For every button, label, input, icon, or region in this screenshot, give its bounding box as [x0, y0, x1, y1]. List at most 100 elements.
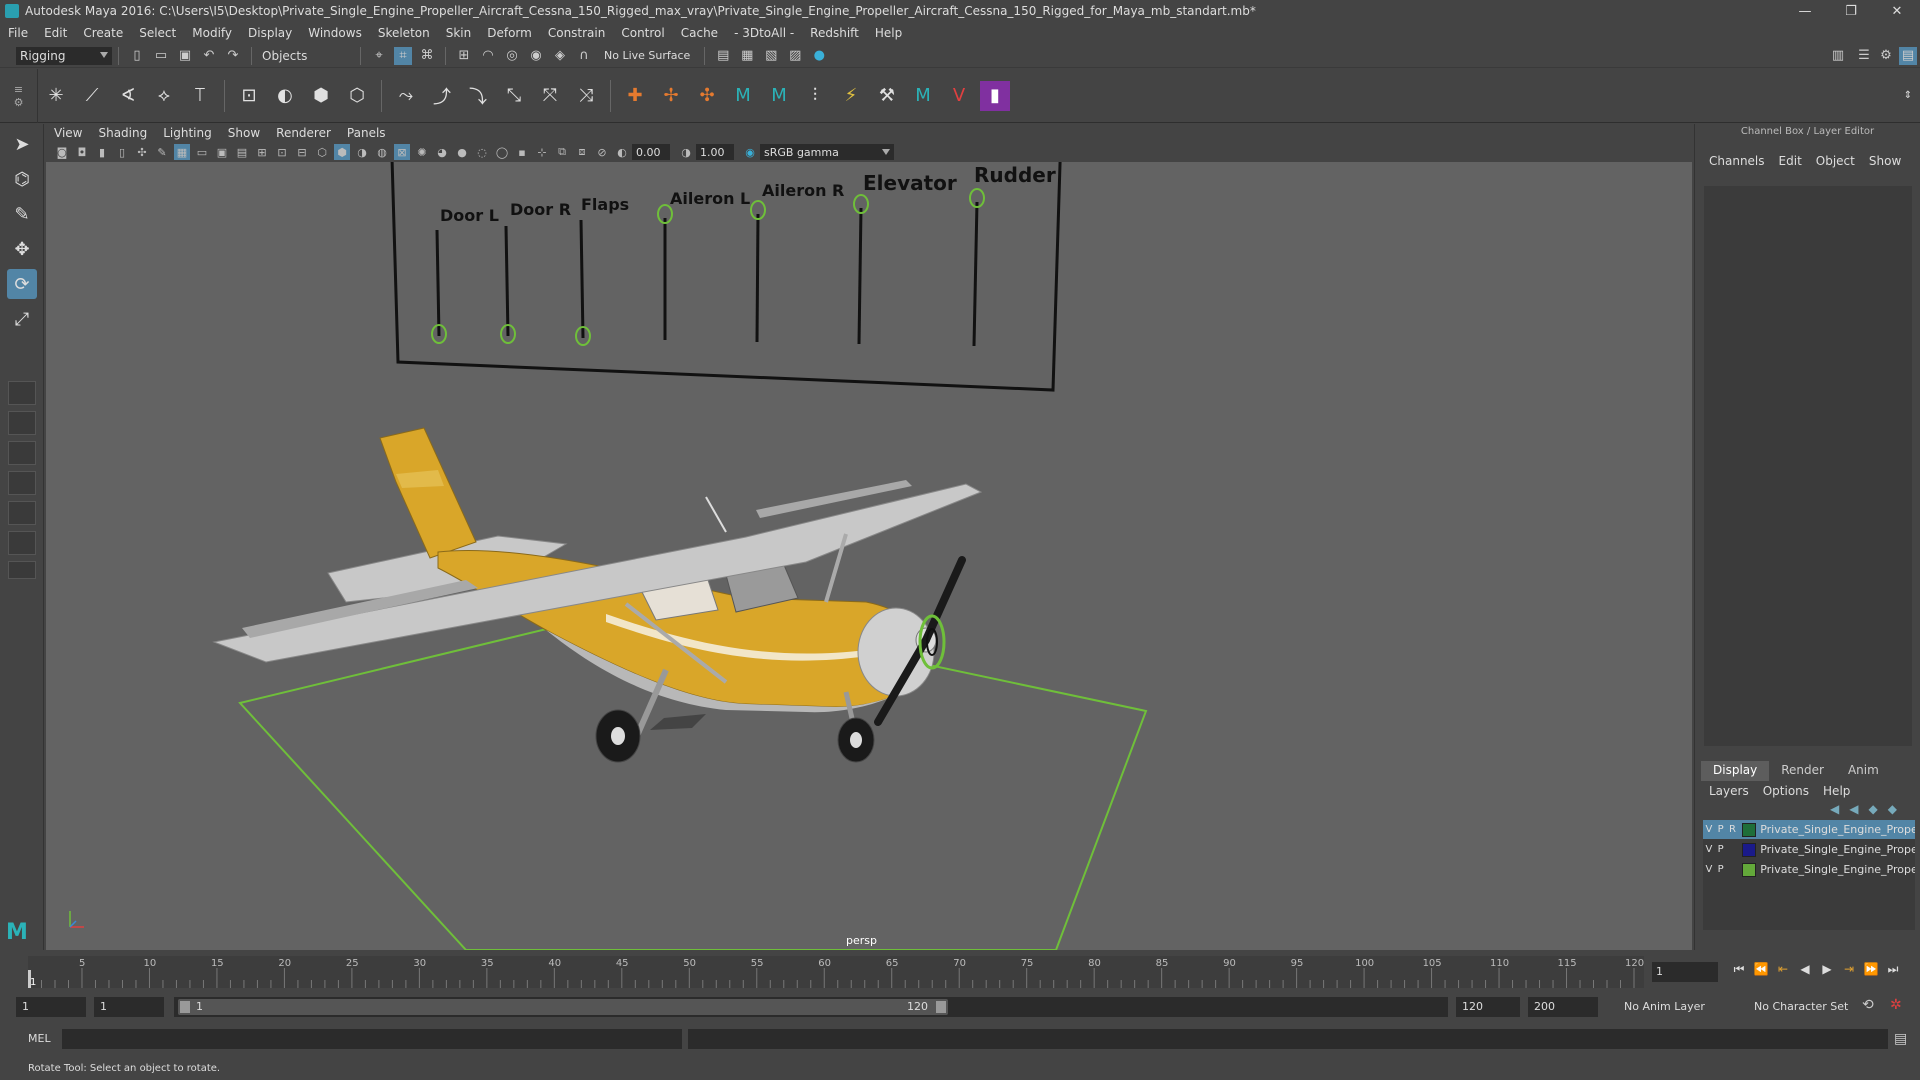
viewport-menu-show[interactable]: Show: [228, 126, 260, 140]
propeller-blade-top[interactable]: [922, 556, 966, 644]
mirror-joint-icon[interactable]: ⟙: [185, 81, 215, 111]
camera-select-icon[interactable]: ◙: [54, 144, 70, 160]
anim-layer-dropdown[interactable]: No Anim Layer: [1618, 997, 1736, 1017]
tool-settings-icon[interactable]: ⚙: [1877, 47, 1895, 65]
shadows-icon[interactable]: ✺: [414, 144, 430, 160]
layer-color-swatch[interactable]: [1742, 842, 1757, 857]
open-scene-icon[interactable]: ▭: [152, 47, 170, 65]
grease-pencil-icon[interactable]: ✎: [154, 144, 170, 160]
animation-prefs-icon[interactable]: ✲: [1890, 997, 1902, 1013]
layer-playback[interactable]: P: [1715, 824, 1727, 835]
depth-of-field-icon[interactable]: ◯: [494, 144, 510, 160]
constraint-point-icon[interactable]: ⤳: [391, 81, 421, 111]
cluster-handle-icon[interactable]: ✢: [656, 81, 686, 111]
blend-shape-icon[interactable]: ⫶: [800, 81, 830, 111]
bind-skin-icon[interactable]: ⊡: [234, 81, 264, 111]
field-chart-icon[interactable]: ⊞: [254, 144, 270, 160]
cb-menu-channels[interactable]: Channels: [1709, 154, 1765, 168]
le-menu-options[interactable]: Options: [1763, 784, 1809, 798]
menu-deform[interactable]: Deform: [487, 26, 532, 40]
new-layer-selected-icon[interactable]: ◆: [1888, 802, 1897, 816]
live-surface-label[interactable]: No Live Surface: [604, 49, 690, 62]
insert-joint-icon[interactable]: ⟡: [149, 81, 179, 111]
selection-mode-dropdown[interactable]: Objects: [258, 46, 354, 65]
layer-playback[interactable]: P: [1715, 844, 1727, 855]
cluster-icon[interactable]: ⬡: [342, 81, 372, 111]
scene-end-field[interactable]: 200: [1528, 997, 1598, 1017]
viewport-menu-renderer[interactable]: Renderer: [276, 126, 331, 140]
quick-rig-icon[interactable]: M: [908, 81, 938, 111]
snap-curve-icon[interactable]: ◠: [479, 47, 497, 65]
hypershade-icon[interactable]: ●: [810, 47, 828, 65]
ik-spline-icon[interactable]: ∢: [113, 81, 143, 111]
menu-set-dropdown[interactable]: Rigging: [16, 46, 112, 65]
scene-canvas[interactable]: Door L Door R Flaps Aileron L Aileron R Eleva…: [46, 162, 1692, 950]
render-view-icon[interactable]: ▨: [786, 47, 804, 65]
constraint-aim-icon[interactable]: ⤴: [427, 81, 457, 111]
undo-icon[interactable]: ↶: [200, 47, 218, 65]
menu-edit[interactable]: Edit: [44, 26, 67, 40]
minimize-button[interactable]: —: [1782, 0, 1828, 22]
wireframe-icon[interactable]: ⬡: [314, 144, 330, 160]
constraint-orient-icon[interactable]: ⤵: [463, 81, 493, 111]
hik-icon[interactable]: M: [728, 81, 758, 111]
redo-icon[interactable]: ↷: [224, 47, 242, 65]
smooth-shade-icon[interactable]: ⬢: [334, 144, 350, 160]
menu-create[interactable]: Create: [83, 26, 123, 40]
render-frame-icon[interactable]: ▦: [738, 47, 756, 65]
layer-playback[interactable]: P: [1715, 864, 1727, 875]
snap-surface-icon[interactable]: ◈: [551, 47, 569, 65]
snap-view-icon[interactable]: ◉: [527, 47, 545, 65]
gamma-icon[interactable]: ◑: [678, 144, 694, 160]
scale-tool-icon[interactable]: ⤢: [7, 304, 37, 334]
select-object-icon[interactable]: ⌗: [394, 46, 412, 65]
layout-more-icon[interactable]: [8, 561, 36, 579]
menu-constrain[interactable]: Constrain: [548, 26, 606, 40]
exposure-icon[interactable]: ◐: [614, 144, 630, 160]
time-slider-track[interactable]: 5 10 15 20 25 30 35 40 45 50 55 60 65 70 75 80 85 90 95 100…: [27, 956, 1644, 988]
menu-modify[interactable]: Modify: [192, 26, 232, 40]
viewport-menu-panels[interactable]: Panels: [347, 126, 386, 140]
hypershade-layout-icon[interactable]: [8, 501, 36, 525]
step-back-key-icon[interactable]: ⇤: [1773, 962, 1793, 977]
constraint-scale-icon[interactable]: ⤡: [499, 81, 529, 111]
four-view-layout-icon[interactable]: [8, 411, 36, 435]
xray-icon[interactable]: ⊹: [534, 144, 550, 160]
cb-menu-show[interactable]: Show: [1869, 154, 1901, 168]
use-all-lights-icon[interactable]: ⊠: [394, 144, 410, 160]
textured-icon[interactable]: ◍: [374, 144, 390, 160]
render-settings-icon[interactable]: ▤: [714, 47, 732, 65]
hik-character-icon[interactable]: M: [764, 81, 794, 111]
layer-row[interactable]: V P Private_Single_Engine_Prope: [1703, 860, 1915, 879]
perspective-viewport[interactable]: Door L Door R Flaps Aileron L Aileron R Eleva…: [46, 162, 1692, 950]
layer-name[interactable]: Private_Single_Engine_Prope: [1760, 843, 1915, 856]
menu-redshift[interactable]: Redshift: [810, 26, 859, 40]
move-tool-icon[interactable]: ✥: [7, 234, 37, 264]
magnet-icon[interactable]: ∩: [575, 47, 593, 65]
layer-reference[interactable]: R: [1727, 824, 1739, 835]
range-slider-handle[interactable]: 1 120: [178, 999, 948, 1015]
step-forward-key-icon[interactable]: ⇥: [1839, 962, 1859, 977]
constraint-parent-icon[interactable]: ⤧: [535, 81, 565, 111]
soft-mod-icon[interactable]: ✣: [692, 81, 722, 111]
wire-tool-icon[interactable]: ⚡: [836, 81, 866, 111]
snap-point-icon[interactable]: ◎: [503, 47, 521, 65]
range-slider-bar[interactable]: 1 120: [174, 997, 1448, 1017]
rotate-tool-icon[interactable]: ⟳: [7, 269, 37, 299]
go-to-end-icon[interactable]: ⏭: [1883, 962, 1903, 977]
step-back-icon[interactable]: ⏪: [1751, 962, 1771, 977]
menu-file[interactable]: File: [8, 26, 28, 40]
playback-start-field[interactable]: 1: [94, 997, 164, 1017]
le-menu-help[interactable]: Help: [1823, 784, 1850, 798]
menu-display[interactable]: Display: [248, 26, 292, 40]
paint-weights-icon[interactable]: ◐: [270, 81, 300, 111]
le-menu-layers[interactable]: Layers: [1709, 784, 1749, 798]
character-set-dropdown[interactable]: No Character Set: [1748, 997, 1866, 1017]
tab-anim[interactable]: Anim: [1836, 761, 1891, 781]
custom-layout-icon[interactable]: [8, 531, 36, 555]
layer-row[interactable]: V P R Private_Single_Engine_Prope: [1703, 820, 1915, 839]
persp-graph-layout-icon[interactable]: [8, 471, 36, 495]
script-language-toggle[interactable]: MEL: [28, 1032, 51, 1045]
auto-key-icon[interactable]: ⟲: [1862, 997, 1874, 1013]
lasso-tool-icon[interactable]: ⌬: [7, 164, 37, 194]
